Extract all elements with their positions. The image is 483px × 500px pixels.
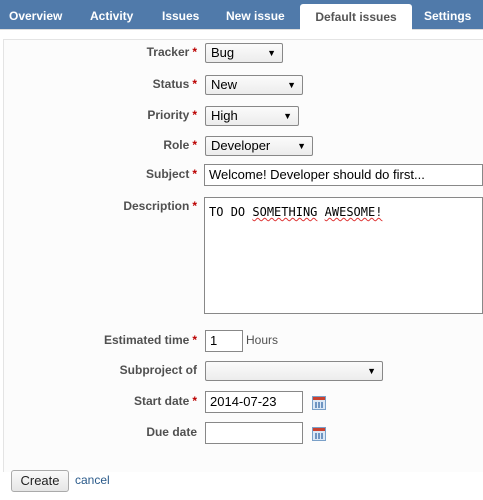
description-label: Description * <box>123 199 197 213</box>
create-button[interactable]: Create <box>11 470 69 492</box>
tab-settings[interactable]: Settings <box>424 0 471 30</box>
estimated-time-label: Estimated time * <box>103 333 197 347</box>
priority-select[interactable]: High ▼ <box>205 106 299 126</box>
tab-new-issue[interactable]: New issue <box>226 0 285 30</box>
chevron-down-icon: ▼ <box>287 80 296 90</box>
start-date-label: Start date * <box>133 394 197 408</box>
calendar-icon[interactable] <box>312 427 326 441</box>
due-date-input[interactable] <box>205 422 303 444</box>
role-label: Role * <box>163 138 197 152</box>
due-date-label: Due date <box>146 425 197 439</box>
status-label: Status * <box>152 77 197 91</box>
subject-label: Subject * <box>145 167 197 181</box>
chevron-down-icon: ▼ <box>367 366 376 376</box>
status-select[interactable]: New ▼ <box>205 75 303 95</box>
subproject-label: Subproject of <box>119 363 197 377</box>
description-textarea[interactable]: TO DO SOMETHING AWESOME! <box>204 197 483 314</box>
tab-activity[interactable]: Activity <box>90 0 133 30</box>
tracker-value: Bug <box>211 45 235 60</box>
priority-value: High <box>211 108 238 123</box>
role-value: Developer <box>211 138 271 153</box>
subject-input[interactable]: Welcome! Developer should do first... <box>204 164 483 186</box>
start-date-input[interactable]: 2014-07-23 <box>205 391 303 413</box>
status-value: New <box>211 77 238 92</box>
role-select[interactable]: Developer ▼ <box>205 136 313 156</box>
calendar-icon[interactable] <box>312 396 326 410</box>
tab-default-issues[interactable]: Default issues <box>300 4 412 31</box>
chevron-down-icon: ▼ <box>297 141 306 151</box>
cancel-link[interactable]: cancel <box>75 473 110 487</box>
main-content: Tracker * Bug ▼ Status * New ▼ Priority * H… <box>0 31 483 500</box>
hours-unit: Hours <box>246 333 279 347</box>
estimated-time-input[interactable]: 1 <box>205 330 243 352</box>
priority-label: Priority * <box>147 108 197 122</box>
tab-overview[interactable]: Overview <box>9 0 62 30</box>
tracker-select[interactable]: Bug ▼ <box>205 43 283 63</box>
tracker-label: Tracker * <box>146 45 197 59</box>
subproject-select[interactable]: ▼ <box>205 361 383 381</box>
chevron-down-icon: ▼ <box>283 111 292 121</box>
tab-issues[interactable]: Issues <box>162 0 199 30</box>
project-tab-bar: Overview Activity Issues New issue Defau… <box>0 0 483 31</box>
chevron-down-icon: ▼ <box>267 48 276 58</box>
